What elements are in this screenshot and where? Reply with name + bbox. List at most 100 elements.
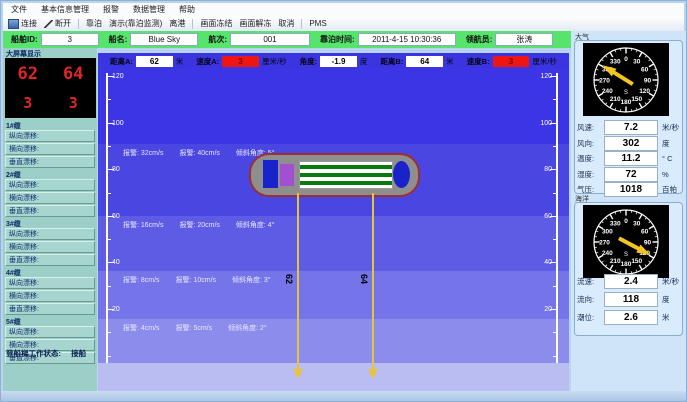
toolbar-button-0-1[interactable]: 断开: [44, 18, 71, 29]
weather-field-label-2: 温度:: [577, 153, 604, 164]
left-axis-tick-label: 40: [112, 259, 120, 267]
ocean-field-unit-2: 米: [662, 312, 670, 323]
svg-text:240: 240: [602, 88, 613, 95]
berthing-time-input[interactable]: 2011-4-15 10:30:36: [358, 33, 456, 46]
right-axis-tick: [553, 146, 556, 147]
toolbar-button-label: 靠泊: [86, 18, 102, 29]
svg-text:120: 120: [639, 88, 650, 95]
weather-field-unit-4: 百帕: [662, 184, 677, 195]
weather-field-unit-1: 度: [662, 138, 670, 149]
drift-item-3-0[interactable]: 纵向漂移:: [5, 228, 95, 240]
ocean-field-label-2: 潮位:: [577, 312, 604, 323]
right-axis-tick-label: 120: [534, 73, 552, 81]
toolbar-button-2-2[interactable]: 取消: [278, 18, 294, 29]
svg-text:240: 240: [602, 250, 613, 257]
drift-item-2-0[interactable]: 纵向漂移:: [5, 179, 95, 191]
left-axis: [106, 73, 108, 363]
ship-id-label: 船舶ID:: [11, 34, 38, 45]
weather-field-unit-0: 米/秒: [662, 122, 679, 133]
right-panel: 大气 0306090120150180210240270300330S 海洋 0…: [571, 31, 686, 391]
drift-item-2-1[interactable]: 横向漂移:: [5, 192, 95, 204]
toolbar-button-0-0[interactable]: 连接: [8, 18, 37, 29]
drift-item-1-0[interactable]: 纵向漂移:: [5, 130, 95, 142]
svg-text:330: 330: [610, 221, 621, 228]
big-display-speed-a: 3: [5, 94, 51, 112]
big-display-distance-b: 64: [51, 64, 97, 84]
weather-field-row-1: 风向:302度: [577, 136, 684, 151]
drift-item-4-2[interactable]: 垂直漂移:: [5, 303, 95, 315]
ocean-field-value-1: 118: [604, 292, 658, 307]
menu-item-1[interactable]: 基本信息管理: [41, 4, 89, 15]
toolbar-button-label: 离港: [169, 18, 185, 29]
right-axis: [556, 73, 558, 363]
voyage-number-input[interactable]: 001: [230, 33, 310, 46]
tilt-threshold: 倾斜角度: 2°: [228, 323, 267, 333]
gangway-status-value: 接船: [71, 349, 86, 358]
right-axis-tick: [553, 332, 556, 333]
right-axis-tick: [553, 239, 556, 240]
right-axis-tick: [553, 286, 556, 287]
svg-text:270: 270: [599, 239, 610, 246]
pilot-name-input[interactable]: 张涛: [495, 33, 553, 46]
left-axis-tick: [108, 286, 111, 287]
drift-item-1-1[interactable]: 横向漂移:: [5, 143, 95, 155]
toolbar-button-1-2[interactable]: 离港: [169, 18, 185, 29]
svg-text:300: 300: [602, 229, 613, 236]
menu-item-3[interactable]: 数据管理: [133, 4, 165, 15]
warn-threshold: 报警: 8cm/s: [123, 275, 160, 285]
toolbar-button-3-0[interactable]: PMS: [309, 19, 326, 28]
menu-item-2[interactable]: 报警: [103, 4, 119, 15]
menu-item-0[interactable]: 文件: [11, 4, 27, 15]
ship-graphic: [249, 153, 420, 197]
toolbar-button-2-1[interactable]: 画面解冻: [239, 18, 271, 29]
menu-item-4[interactable]: 帮助: [179, 4, 195, 15]
measurement-bar: 距离A:62米速度A:3厘米/秒角度:-1.9度距离B:64米速度B:3厘米/秒: [98, 53, 569, 69]
weather-field-value-2: 11.2: [604, 151, 658, 166]
ship-deck-hatch: [299, 161, 393, 189]
svg-text:0: 0: [624, 56, 628, 63]
right-axis-tick-label: 100: [534, 120, 552, 128]
mooring-drift-list: 1#缆纵向漂移:横向漂移:垂直漂移:2#缆纵向漂移:横向漂移:垂直漂移:3#缆纵…: [3, 120, 97, 365]
left-sidebar: 大屏幕显示 62 64 3 3 1#缆纵向漂移:横向漂移:垂直漂移:2#缆纵向漂…: [3, 48, 97, 391]
left-axis-tick: [108, 239, 111, 240]
weather-field-row-4: 气压:1018百帕: [577, 182, 684, 197]
speed-a-unit: 厘米/秒: [262, 56, 287, 67]
toolbar-button-2-0[interactable]: 画面冻结: [200, 18, 232, 29]
toolbar-button-1-1[interactable]: 演示(靠泊监测): [109, 18, 162, 29]
chart-band-1: [98, 69, 569, 144]
warn-threshold: 报警: 16cm/s: [123, 220, 163, 230]
right-axis-tick-label: 60: [534, 213, 552, 221]
mooring-group-header-2: 2#缆: [3, 169, 97, 179]
toolbar-button-label: 断开: [55, 18, 71, 29]
drift-item-4-1[interactable]: 横向漂移:: [5, 290, 95, 302]
ship-info-bar: 船舶ID:3船名:Blue Sky航次:001靠泊时间:2011-4-15 10…: [3, 31, 583, 48]
ocean-field-value-2: 2.6: [604, 310, 658, 325]
ship-name-input[interactable]: Blue Sky: [130, 33, 198, 46]
speed-b-value: 3: [493, 56, 530, 67]
svg-text:180: 180: [621, 99, 632, 106]
svg-text:180: 180: [621, 261, 632, 268]
menu-bar: 文件 基本信息管理 报警 数据管理 帮助: [3, 3, 684, 16]
drift-item-1-2[interactable]: 垂直漂移:: [5, 156, 95, 168]
gangway-status-label: 登船梯工作状态:: [6, 349, 61, 358]
drift-item-5-0[interactable]: 纵向漂移:: [5, 326, 95, 338]
left-axis-tick: [108, 99, 111, 100]
toolbar-button-1-0[interactable]: 靠泊: [86, 18, 102, 29]
right-axis-tick: [553, 356, 556, 357]
sensor-line-64: [372, 193, 374, 369]
alarm-threshold: 报警: 40cm/s: [179, 148, 219, 158]
drift-item-3-1[interactable]: 横向漂移:: [5, 241, 95, 253]
left-axis-tick-label: 20: [112, 306, 120, 314]
drift-item-2-2[interactable]: 垂直漂移:: [5, 205, 95, 217]
connect-icon: [8, 19, 19, 29]
tilt-threshold: 倾斜角度: 4°: [236, 220, 275, 230]
drift-item-3-2[interactable]: 垂直漂移:: [5, 254, 95, 266]
ship-superstructure-purple: [280, 164, 294, 186]
drift-item-4-0[interactable]: 纵向漂移:: [5, 277, 95, 289]
tool-bar: 连接 断开 靠泊演示(靠泊监测) 离港 画面冻结画面解冻取消 PMS: [3, 16, 684, 32]
svg-text:90: 90: [644, 77, 652, 84]
big-display-speed-b: 3: [51, 94, 97, 112]
weather-field-row-3: 湿度:72%: [577, 167, 684, 182]
ship-id-input[interactable]: 3: [41, 33, 99, 46]
svg-text:60: 60: [641, 229, 649, 236]
